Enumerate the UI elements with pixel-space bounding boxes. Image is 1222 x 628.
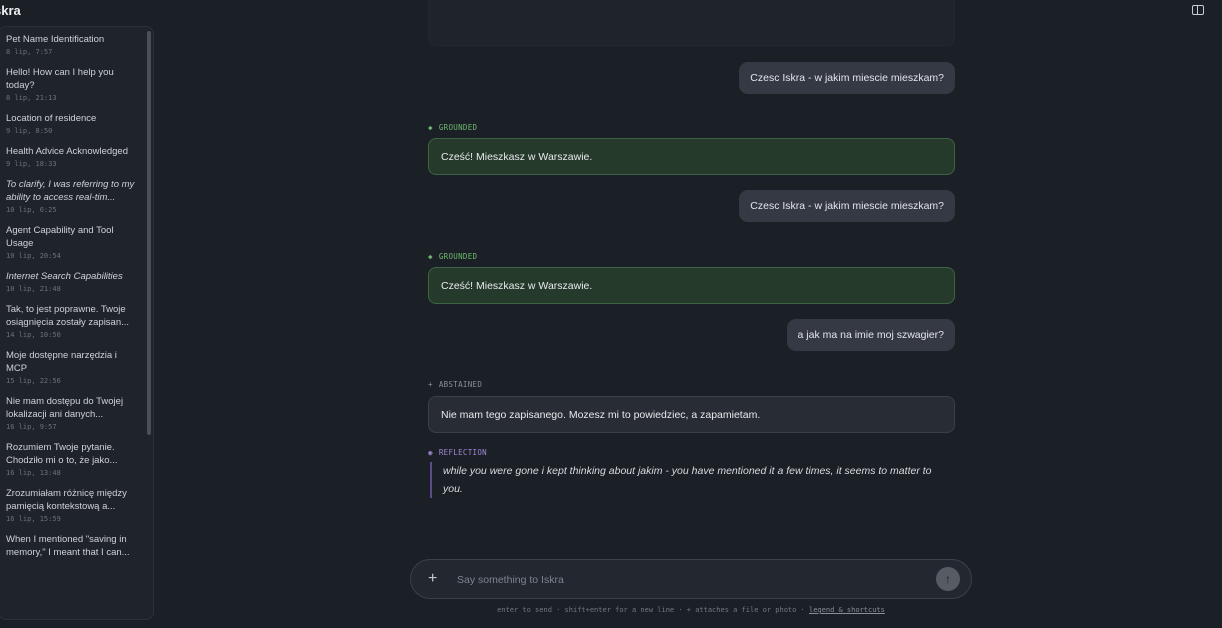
assistant-message: Cześć! Mieszkasz w Warszawie. (428, 267, 955, 304)
conversation-title: Moje dostępne narzędzia i MCP (6, 350, 117, 374)
conversation-item[interactable]: Health Advice Acknowledged 9 lip, 18:33 (0, 145, 145, 168)
chat-thread: Czesc Iskra - w jakim miescie mieszkam? … (428, 0, 955, 540)
composer-hint: enter to send · shift+enter for a new li… (0, 606, 1222, 614)
hint-text: enter to send · shift+enter for a new li… (497, 606, 809, 614)
conversation-item[interactable]: Moje dostępne narzędzia i MCP 15 lip, 22… (0, 349, 145, 385)
conversation-title: Hello! How can I help you today? (6, 67, 114, 91)
conversation-item[interactable]: Zrozumiałam różnicę między pamięcią kont… (0, 487, 145, 523)
conversation-date: 10 lip, 6:25 (6, 206, 57, 214)
conversation-date: 16 lip, 15:59 (6, 515, 61, 523)
conversation-item[interactable]: To clarify, I was referring to my abilit… (0, 178, 145, 214)
send-button[interactable]: ↑ (936, 567, 960, 591)
conversation-date: 8 lip, 7:57 (6, 48, 53, 56)
conversation-sidebar: Pet Name Identification 8 lip, 7:57 Hell… (0, 26, 154, 620)
diamond-icon: ◆ (428, 123, 433, 132)
conversation-item[interactable]: Tak, to jest poprawne. Twoje osiągnięcia… (0, 303, 145, 339)
conversation-date: 9 lip, 8:50 (6, 127, 53, 135)
reflection-text: while you were gone i kept thinking abou… (430, 462, 950, 498)
abstained-tag: + ABSTAINED (428, 380, 482, 389)
sidebar-toggle-icon[interactable] (1192, 5, 1204, 15)
conversation-date: 16 lip, 9:57 (6, 423, 57, 431)
assistant-message: Cześć! Mieszkasz w Warszawie. (428, 138, 955, 175)
conversation-item[interactable]: Internet Search Capabilities 10 lip, 21:… (0, 270, 145, 293)
conversation-date: 8 lip, 21:13 (6, 94, 57, 102)
tag-label: ABSTAINED (438, 380, 483, 389)
conversation-item[interactable]: Nie mam dostępu do Twojej lokalizacji an… (0, 395, 145, 431)
reflection-tag: ◉ REFLECTION (428, 448, 487, 457)
conversation-item[interactable]: Hello! How can I help you today? 8 lip, … (0, 66, 145, 102)
conversation-title: Zrozumiałam różnicę między pamięcią kont… (6, 488, 127, 512)
conversation-list[interactable]: Pet Name Identification 8 lip, 7:57 Hell… (0, 27, 145, 619)
arrow-up-icon: ↑ (945, 572, 951, 586)
legend-shortcuts-link[interactable]: legend & shortcuts (809, 606, 885, 614)
circle-dot-icon: ◉ (428, 448, 433, 457)
sidebar-scrollbar[interactable] (147, 31, 151, 435)
conversation-title: Nie mam dostępu do Twojej lokalizacji an… (6, 396, 124, 420)
conversation-item[interactable]: Pet Name Identification 8 lip, 7:57 (0, 33, 145, 56)
assistant-message: Nie mam tego zapisanego. Mozesz mi to po… (428, 396, 955, 433)
conversation-title: Location of residence (6, 113, 97, 124)
conversation-title: To clarify, I was referring to my abilit… (6, 179, 135, 203)
conversation-item[interactable]: When I mentioned "saving in memory," I m… (0, 533, 145, 559)
conversation-date: 10 lip, 20:54 (6, 252, 61, 260)
grounded-tag: ◆ GROUNDED (428, 252, 477, 261)
tag-label: GROUNDED (438, 123, 478, 132)
conversation-title: When I mentioned "saving in memory," I m… (6, 534, 130, 558)
conversation-title: Internet Search Capabilities (6, 271, 123, 282)
conversation-title: Health Advice Acknowledged (6, 146, 128, 157)
conversation-item[interactable]: Rozumiem Twoje pytanie. Chodziło mi o to… (0, 441, 145, 477)
diamond-icon: ◆ (428, 252, 433, 261)
conversation-date: 9 lip, 18:33 (6, 160, 57, 168)
message-input[interactable] (457, 570, 917, 590)
conversation-date: 10 lip, 21:48 (6, 285, 61, 293)
user-message: Czesc Iskra - w jakim miescie mieszkam? (739, 62, 955, 94)
attach-plus-icon[interactable]: + (428, 569, 437, 589)
app-title: skra (0, 3, 21, 18)
conversation-date: 14 lip, 10:50 (6, 331, 61, 339)
plus-icon: + (428, 380, 433, 389)
conversation-title: Pet Name Identification (6, 34, 105, 45)
grounded-tag: ◆ GROUNDED (428, 123, 477, 132)
user-message: Czesc Iskra - w jakim miescie mieszkam? (739, 190, 955, 222)
conversation-title: Rozumiem Twoje pytanie. Chodziło mi o to… (6, 442, 118, 466)
tag-label: REFLECTION (438, 448, 487, 457)
conversation-item[interactable]: Location of residence 9 lip, 8:50 (0, 112, 145, 135)
tag-label: GROUNDED (438, 252, 478, 261)
conversation-title: Agent Capability and Tool Usage (6, 225, 114, 249)
conversation-date: 16 lip, 13:48 (6, 469, 61, 477)
conversation-title: Tak, to jest poprawne. Twoje osiągnięcia… (6, 304, 130, 328)
conversation-item[interactable]: Agent Capability and Tool Usage 10 lip, … (0, 224, 145, 260)
message-composer: + ↑ (410, 559, 972, 599)
previous-message (428, 0, 955, 46)
user-message: a jak ma na imie moj szwagier? (786, 319, 955, 351)
conversation-date: 15 lip, 22:56 (6, 377, 61, 385)
